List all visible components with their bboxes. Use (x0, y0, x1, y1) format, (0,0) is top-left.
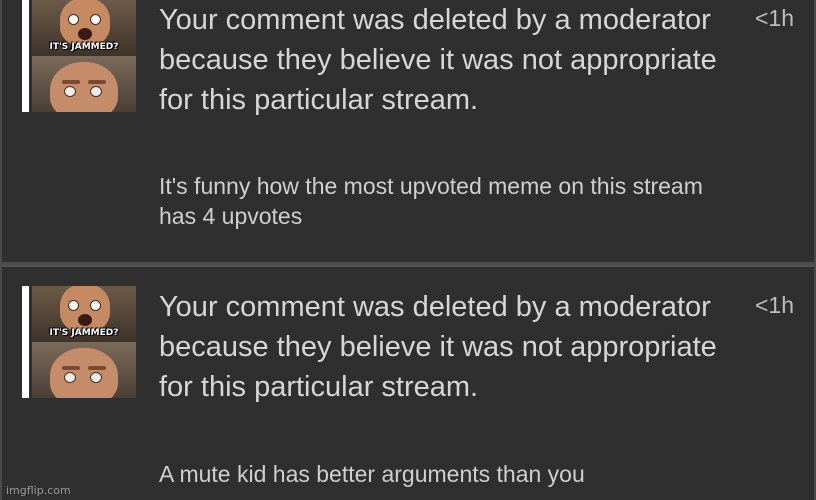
meme-thumbnail[interactable]: IT'S JAMMED? (22, 0, 136, 112)
meme-thumbnail[interactable]: IT'S JAMMED? (22, 286, 136, 398)
meme-caption: IT'S JAMMED? (49, 328, 119, 338)
eye (68, 300, 79, 311)
eye (68, 14, 79, 25)
eye (90, 372, 102, 383)
comment-text: A mute kid has better arguments than you (159, 461, 585, 487)
notification-item[interactable]: IT'S JAMMED? Your comment was deleted by… (0, 0, 816, 263)
watermark: imgflip.com (6, 484, 71, 497)
thumbnail-border (22, 286, 29, 398)
mouth (78, 314, 92, 326)
eye (90, 300, 101, 311)
face-illustration (50, 348, 118, 398)
eye (90, 14, 101, 25)
timestamp: <1h (754, 5, 794, 31)
eye (64, 86, 76, 97)
brow (88, 366, 106, 370)
face-illustration (50, 62, 118, 112)
meme-panel-bottom (32, 56, 136, 112)
notification-title: Your comment was deleted by a moderator … (159, 4, 717, 116)
face-illustration (60, 286, 110, 332)
mouth (78, 28, 92, 40)
comment-text: It's funny how the most upvoted meme on … (159, 173, 703, 229)
meme-panel-top: IT'S JAMMED? (32, 0, 136, 56)
thumbnail-border (22, 0, 29, 112)
meme-panel-top: IT'S JAMMED? (32, 286, 136, 342)
notification-item[interactable]: IT'S JAMMED? Your comment was deleted by… (0, 265, 816, 500)
brow (62, 366, 80, 370)
meme-panel-bottom (32, 342, 136, 398)
timestamp: <1h (754, 292, 794, 318)
face-illustration (60, 0, 110, 46)
eye (64, 372, 76, 383)
meme-image: IT'S JAMMED? (32, 286, 136, 398)
brow (62, 80, 80, 84)
brow (88, 80, 106, 84)
meme-image: IT'S JAMMED? (32, 0, 136, 112)
notification-title: Your comment was deleted by a moderator … (159, 291, 717, 403)
eye (90, 86, 102, 97)
meme-caption: IT'S JAMMED? (49, 42, 119, 52)
